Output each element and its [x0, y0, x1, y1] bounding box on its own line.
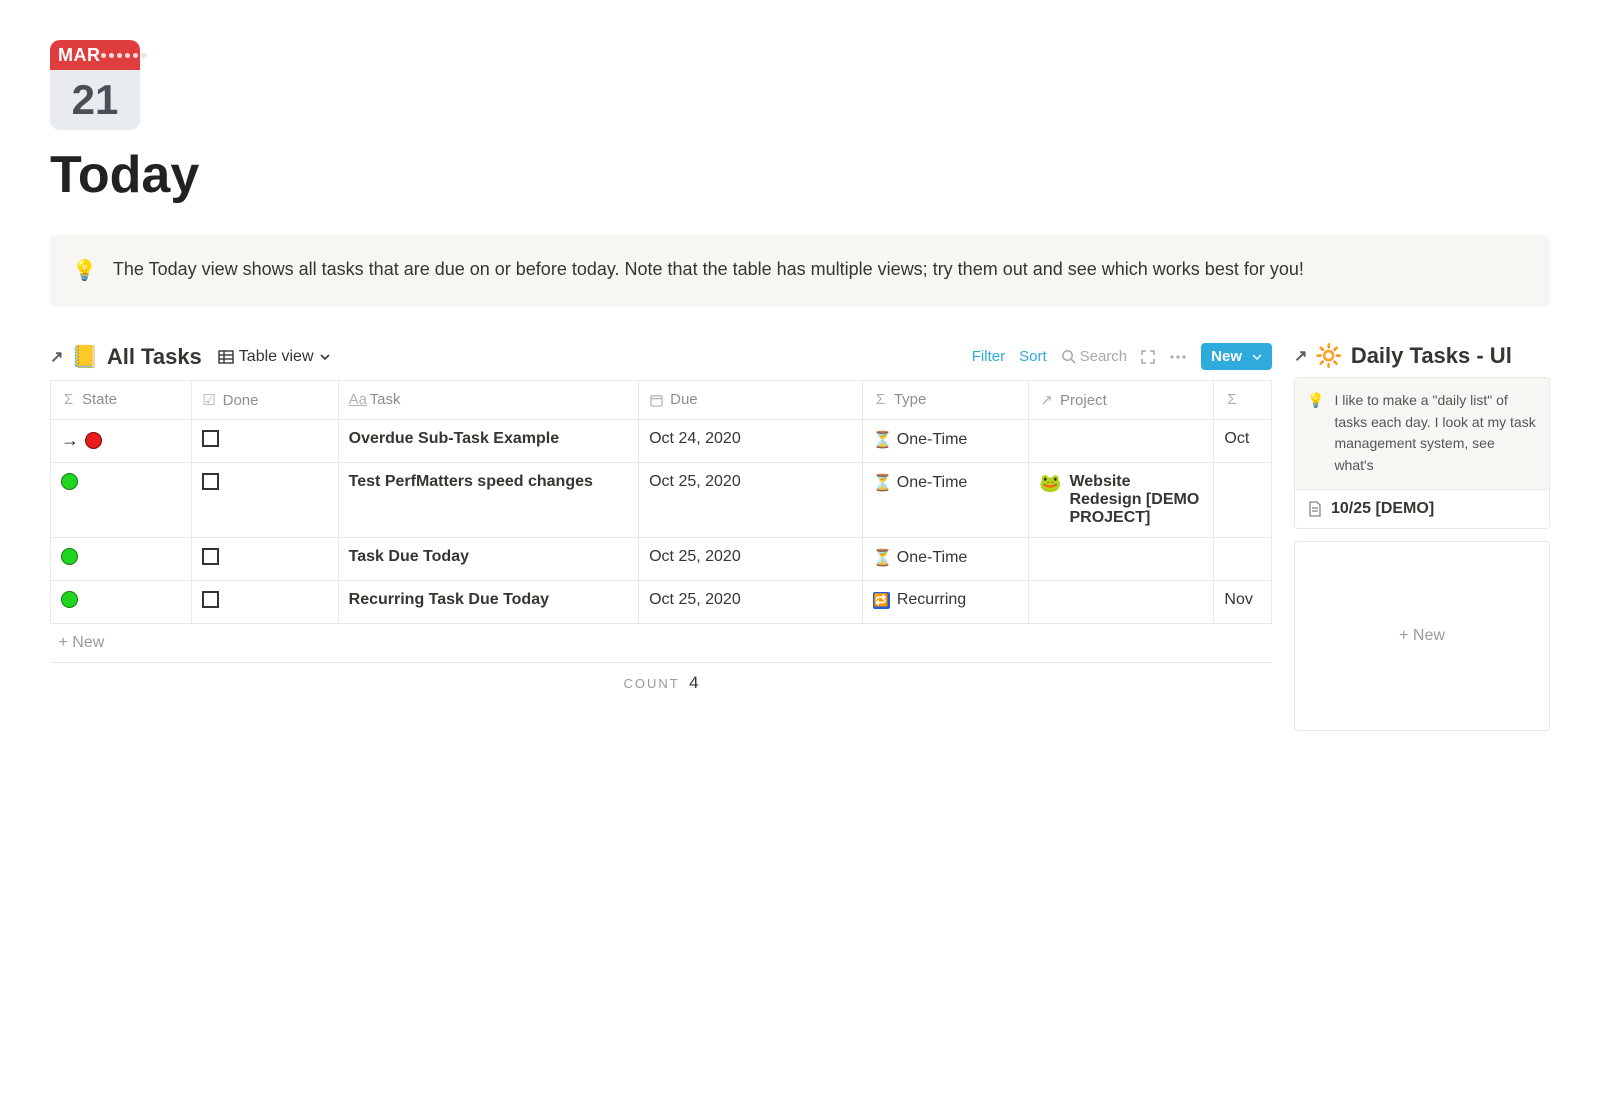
sidebar-db-title[interactable]: Daily Tasks - Ul — [1351, 343, 1512, 369]
task-name[interactable]: Recurring Task Due Today — [349, 591, 549, 608]
table-row[interactable]: Test PerfMatters speed changes Oct 25, 20… — [51, 463, 1272, 538]
due-cell[interactable]: Oct 25, 2020 — [639, 463, 863, 538]
table-header-row: ΣState ☑Done AaTask Due ΣType ↗Project Σ — [51, 381, 1272, 420]
col-project[interactable]: ↗Project — [1029, 381, 1214, 420]
new-button-label: New — [1211, 348, 1242, 365]
chevron-down-icon — [319, 351, 331, 363]
sidebar-note-text: I like to make a "daily list" of tasks e… — [1334, 390, 1537, 477]
count-value: 4 — [689, 673, 698, 692]
count-label: COUNT — [623, 676, 679, 691]
extra-cell[interactable]: Nov — [1214, 581, 1272, 624]
chevron-down-icon[interactable] — [1252, 350, 1262, 364]
table-row[interactable]: Recurring Task Due Today Oct 25, 2020 🔁 Rec… — [51, 581, 1272, 624]
project-emoji-icon: 🐸 — [1039, 473, 1061, 527]
sort-button[interactable]: Sort — [1019, 348, 1047, 365]
view-label: Table view — [239, 348, 314, 366]
recurring-icon: 🔁 — [873, 592, 890, 609]
due-cell[interactable]: Oct 25, 2020 — [639, 538, 863, 581]
callout: 💡 The Today view shows all tasks that ar… — [50, 235, 1550, 307]
lightbulb-icon: 💡 — [72, 255, 97, 287]
task-name[interactable]: Test PerfMatters speed changes — [349, 473, 593, 490]
page-icon[interactable]: MAR 21 — [50, 40, 140, 130]
table-row[interactable]: Task Due Today Oct 25, 2020 ⏳One-Time — [51, 538, 1272, 581]
document-icon — [1307, 500, 1323, 518]
status-dot-icon — [61, 591, 78, 608]
col-extra[interactable]: Σ — [1214, 381, 1272, 420]
more-icon[interactable] — [1169, 348, 1187, 365]
done-checkbox[interactable] — [202, 548, 219, 565]
arrow-right-icon: → — [61, 430, 79, 451]
table-icon — [218, 349, 234, 365]
col-done[interactable]: ☑Done — [191, 381, 338, 420]
type-label: One-Time — [897, 474, 968, 492]
table-row[interactable]: → Overdue Sub-Task Example Oct 24, 2020 ⏳On… — [51, 420, 1272, 463]
project-name[interactable]: Website Redesign [DEMO PROJECT] — [1069, 473, 1203, 527]
page-icon-day: 21 — [72, 76, 119, 124]
col-task[interactable]: AaTask — [338, 381, 638, 420]
type-label: Recurring — [897, 591, 966, 609]
search-label: Search — [1080, 348, 1128, 365]
database-header: ↗ 📒 All Tasks Table view Filter Sort Sea… — [50, 339, 1272, 380]
type-label: One-Time — [897, 549, 968, 567]
col-type[interactable]: ΣType — [862, 381, 1028, 420]
open-as-page-icon[interactable]: ↗ — [1294, 346, 1307, 366]
col-state[interactable]: ΣState — [51, 381, 192, 420]
search-button[interactable]: Search — [1061, 348, 1128, 365]
sun-icon: 🔆 — [1315, 343, 1342, 369]
due-cell[interactable]: Oct 24, 2020 — [639, 420, 863, 463]
tasks-table: ΣState ☑Done AaTask Due ΣType ↗Project Σ… — [50, 380, 1272, 663]
table-footer: COUNT 4 — [50, 663, 1272, 693]
sidebar-new-label: + New — [1399, 627, 1445, 645]
hourglass-icon: ⏳ — [873, 473, 893, 493]
search-icon — [1061, 349, 1076, 364]
hourglass-icon: ⏳ — [873, 430, 893, 450]
page-title[interactable]: Today — [50, 145, 1550, 205]
extra-cell[interactable]: Oct — [1214, 420, 1272, 463]
filter-button[interactable]: Filter — [972, 348, 1005, 365]
type-label: One-Time — [897, 431, 968, 449]
hourglass-icon: ⏳ — [873, 548, 893, 568]
callout-text: The Today view shows all tasks that are … — [113, 255, 1304, 287]
done-checkbox[interactable] — [202, 430, 219, 447]
due-cell[interactable]: Oct 25, 2020 — [639, 581, 863, 624]
extra-cell[interactable] — [1214, 538, 1272, 581]
done-checkbox[interactable] — [202, 473, 219, 490]
open-as-page-icon[interactable]: ↗ — [50, 347, 63, 367]
status-dot-icon — [61, 548, 78, 565]
status-dot-icon — [85, 432, 102, 449]
task-name[interactable]: Task Due Today — [349, 548, 469, 565]
sidebar-new-card[interactable]: + New — [1294, 541, 1550, 731]
col-due[interactable]: Due — [639, 381, 863, 420]
new-button[interactable]: New — [1201, 343, 1272, 370]
task-name[interactable]: Overdue Sub-Task Example — [349, 430, 559, 447]
view-selector[interactable]: Table view — [218, 348, 331, 366]
done-checkbox[interactable] — [202, 591, 219, 608]
database-title[interactable]: All Tasks — [107, 344, 202, 370]
new-row[interactable]: + New — [51, 624, 1272, 663]
sidebar-item-label: 10/25 [DEMO] — [1331, 500, 1434, 518]
extra-cell[interactable] — [1214, 463, 1272, 538]
lightbulb-icon: 💡 — [1307, 390, 1324, 477]
status-dot-icon — [61, 473, 78, 490]
database-emoji-icon: 📒 — [71, 344, 98, 370]
expand-icon[interactable] — [1141, 348, 1155, 365]
sidebar-card[interactable]: 💡 I like to make a "daily list" of tasks… — [1294, 377, 1550, 529]
page-icon-month: MAR — [58, 45, 101, 66]
